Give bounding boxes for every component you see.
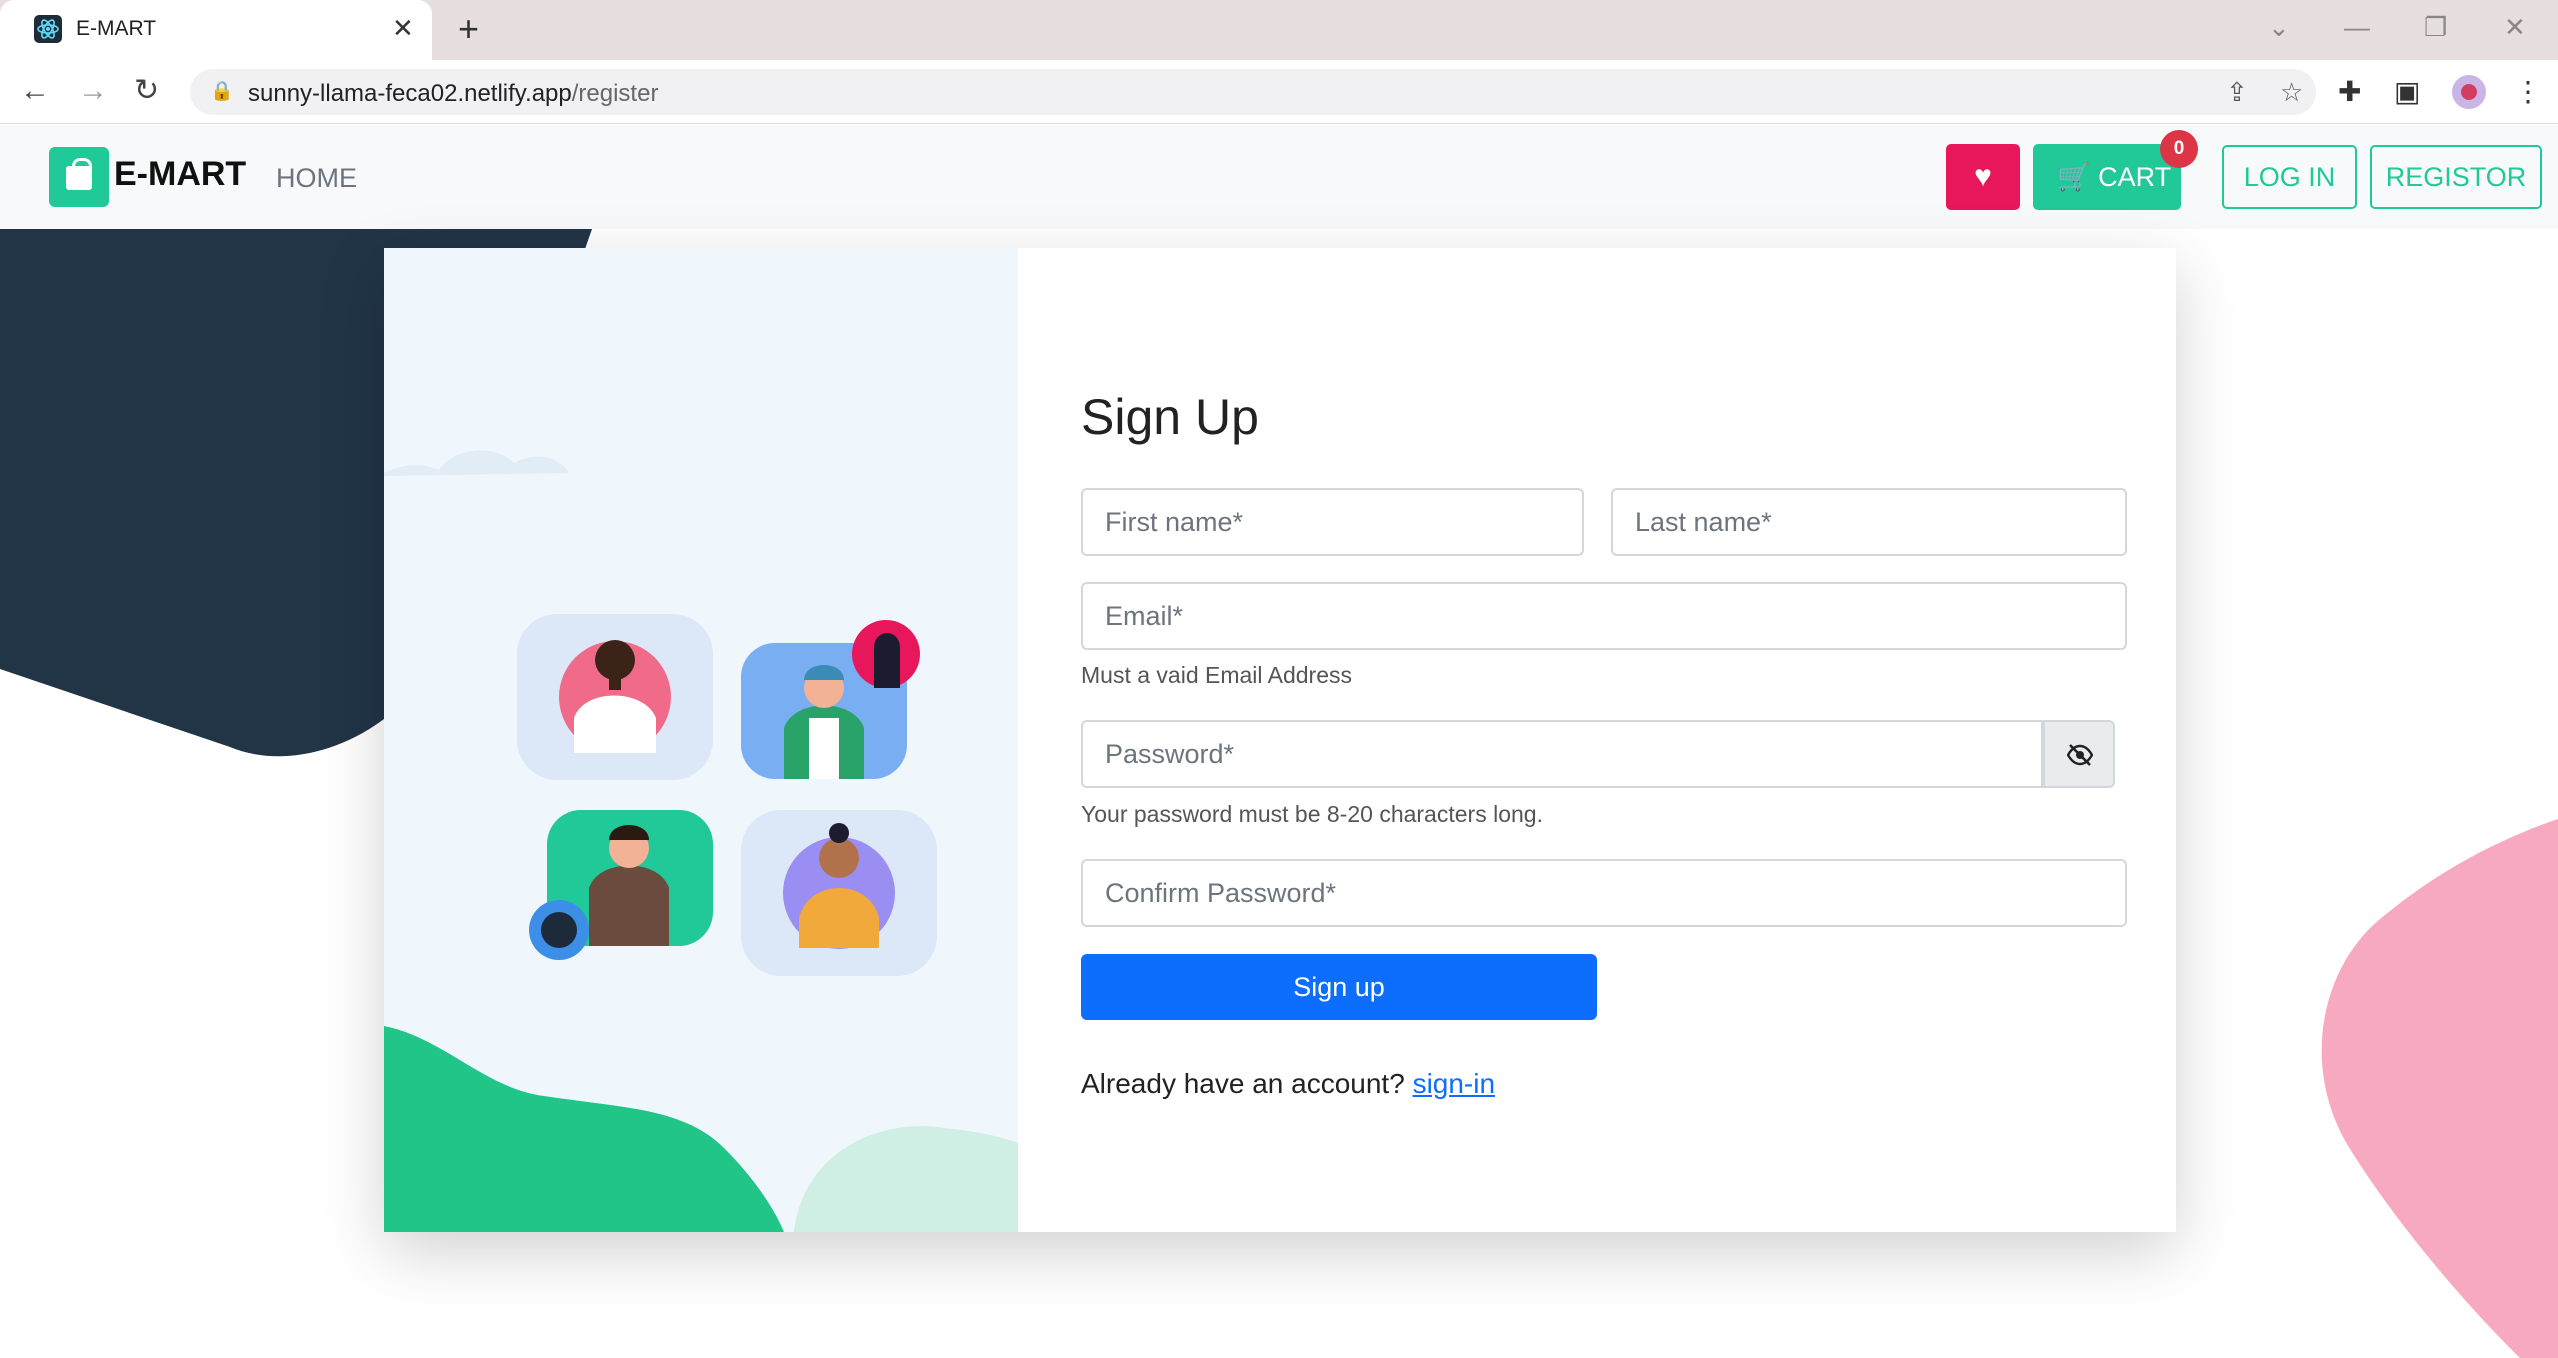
cart-icon: 🛒 (2057, 162, 2091, 192)
illustration-panel (384, 248, 1018, 1232)
email-input[interactable]: Email* (1081, 582, 2127, 650)
extensions-puzzle-icon[interactable]: ✚ (2338, 75, 2361, 109)
tab-search-chevron-icon[interactable]: ⌄ (2268, 10, 2290, 44)
bookmark-star-icon[interactable]: ☆ (2280, 76, 2303, 108)
eye-slash-icon (2067, 744, 2093, 766)
browser-tab[interactable]: E-MART ✕ (0, 0, 432, 60)
email-help-text: Must a vaid Email Address (1081, 662, 1353, 688)
browser-tab-strip: E-MART ✕ + ⌄ — ❐ ✕ (0, 0, 2558, 60)
form-title: Sign Up (1081, 389, 1259, 445)
share-icon[interactable]: ⇪ (2226, 76, 2248, 108)
react-favicon-icon (34, 15, 62, 43)
signup-form: Sign Up First name* Last name* Email* Mu… (1018, 248, 2176, 1232)
address-bar[interactable]: 🔒 sunny-llama-feca02.netlify.app/registe… (190, 69, 2316, 115)
signin-link[interactable]: sign-in (1413, 1068, 1495, 1099)
confirm-password-input[interactable]: Confirm Password* (1081, 859, 2127, 927)
menu-kebab-icon[interactable]: ⋮ (2514, 75, 2542, 109)
signin-prompt: Already have an account? sign-in (1081, 1068, 1495, 1100)
shopping-bag-logo-icon[interactable] (49, 147, 109, 207)
password-help-text: Your password must be 8-20 characters lo… (1081, 801, 1543, 827)
lock-icon: 🔒 (210, 81, 234, 102)
nav-home-link[interactable]: HOME (276, 163, 357, 194)
first-name-input[interactable]: First name* (1081, 488, 1584, 556)
login-button[interactable]: LOG IN (2222, 145, 2357, 209)
browser-toolbar: ← → ↻ 🔒 sunny-llama-feca02.netlify.app/r… (0, 60, 2558, 124)
wishlist-button[interactable]: ♥ (1946, 144, 2020, 210)
restore-icon[interactable]: ❐ (2424, 10, 2447, 44)
forward-arrow-icon[interactable]: → (78, 72, 108, 110)
cart-count-badge: 0 (2160, 130, 2198, 168)
reload-icon[interactable]: ↻ (134, 72, 159, 110)
cart-label: CART (2098, 162, 2172, 192)
have-account-text: Already have an account? (1081, 1068, 1405, 1099)
toggle-password-visibility-button[interactable] (2043, 720, 2115, 788)
password-input[interactable]: Password* (1081, 720, 2043, 788)
register-button[interactable]: REGISTOR (2370, 145, 2542, 209)
minimize-icon[interactable]: — (2344, 10, 2370, 44)
people-illustration (384, 450, 1018, 1232)
last-name-input[interactable]: Last name* (1611, 488, 2127, 556)
close-tab-icon[interactable]: ✕ (392, 12, 414, 44)
heart-icon: ♥ (1974, 160, 1992, 193)
close-window-icon[interactable]: ✕ (2504, 10, 2526, 44)
side-panel-icon[interactable]: ▣ (2394, 75, 2420, 109)
back-arrow-icon[interactable]: ← (20, 72, 50, 110)
new-tab-icon[interactable]: + (458, 10, 479, 48)
tab-title: E-MART (76, 17, 157, 40)
signup-button[interactable]: Sign up (1081, 954, 1597, 1020)
brand-name[interactable]: E-MART (114, 155, 246, 194)
url-text: sunny-llama-feca02.netlify.app/register (248, 80, 659, 107)
site-navbar: E-MART HOME ♥ 🛒 CART 0 LOG IN REGISTOR (0, 125, 2558, 229)
profile-avatar[interactable] (2452, 75, 2486, 109)
cart-button[interactable]: 🛒 CART (2033, 144, 2181, 210)
signup-card: Sign Up First name* Last name* Email* Mu… (384, 248, 2176, 1232)
